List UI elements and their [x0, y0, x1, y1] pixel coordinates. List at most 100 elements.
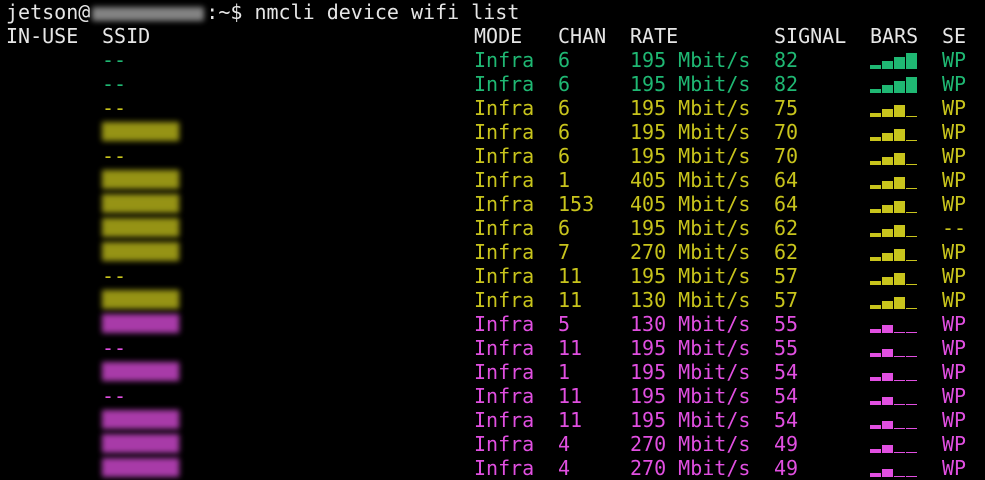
row-mode: Infra: [474, 408, 535, 432]
signal-bar: [894, 57, 905, 69]
row-mode: Infra: [474, 216, 535, 240]
signal-bar: [894, 428, 905, 429]
row-mode: Infra: [474, 144, 535, 168]
row-security: WP: [942, 96, 967, 120]
row-rate: 195 Mbit/s: [630, 216, 751, 240]
signal-bar: [906, 404, 917, 405]
row-signal: 82: [774, 48, 799, 72]
signal-bar: [906, 140, 917, 141]
row-chan: 6: [558, 216, 571, 240]
signal-bar: [870, 113, 881, 117]
row-rate: 195 Mbit/s: [630, 336, 751, 360]
row-ssid-redacted: ████████: [102, 218, 180, 237]
row-chan: 11: [558, 408, 583, 432]
signal-bar: [870, 233, 881, 237]
row-ssid: --: [102, 264, 127, 288]
signal-bar: [882, 277, 893, 285]
prompt-text: jetson@:~$ nmcli device wifi list: [6, 0, 519, 24]
row-ssid-redacted: ████████: [102, 242, 180, 261]
row-ssid: --: [102, 384, 127, 408]
signal-bars-icon: [870, 97, 918, 117]
row-signal: 70: [774, 144, 799, 168]
terminal-window[interactable]: jetson@:~$ nmcli device wifi list IN-USE…: [0, 0, 985, 480]
header-ssid: SSID: [102, 24, 151, 48]
signal-bar: [870, 185, 881, 189]
row-signal: 54: [774, 360, 799, 384]
row-signal: 70: [774, 120, 799, 144]
row-signal: 55: [774, 336, 799, 360]
row-signal: 64: [774, 168, 799, 192]
row-chan: 11: [558, 288, 583, 312]
row-chan: 1: [558, 168, 571, 192]
row-rate: 195 Mbit/s: [630, 120, 751, 144]
signal-bars-icon: [870, 193, 918, 213]
row-mode: Infra: [474, 192, 535, 216]
row-rate: 195 Mbit/s: [630, 360, 751, 384]
header-security: SE: [942, 24, 967, 48]
signal-bar: [894, 452, 905, 453]
row-chan: 5: [558, 312, 571, 336]
row-chan: 6: [558, 144, 571, 168]
signal-bars-icon: [870, 73, 918, 93]
row-ssid: --: [102, 72, 127, 96]
row-ssid: --: [102, 144, 127, 168]
signal-bar: [882, 85, 893, 93]
signal-bar: [870, 425, 881, 429]
row-rate: 195 Mbit/s: [630, 48, 751, 72]
signal-bar: [906, 53, 917, 69]
header-bars: BARS: [870, 24, 919, 48]
signal-bar: [906, 308, 917, 309]
row-signal: 49: [774, 432, 799, 456]
signal-bar: [906, 188, 917, 189]
signal-bar: [882, 253, 893, 261]
row-rate: 270 Mbit/s: [630, 456, 751, 480]
signal-bar: [870, 65, 881, 69]
row-signal: 57: [774, 288, 799, 312]
row-rate: 195 Mbit/s: [630, 144, 751, 168]
row-mode: Infra: [474, 48, 535, 72]
prompt-command: :~$ nmcli device wifi list: [206, 0, 520, 24]
signal-bar: [894, 297, 905, 309]
command-prompt-line: jetson@:~$ nmcli device wifi list: [0, 0, 519, 24]
row-chan: 11: [558, 384, 583, 408]
signal-bar: [894, 273, 905, 285]
row-rate: 130 Mbit/s: [630, 312, 751, 336]
row-security: WP: [942, 48, 967, 72]
header-rate: RATE: [630, 24, 679, 48]
signal-bars-icon: [870, 121, 918, 141]
signal-bar: [894, 332, 905, 333]
signal-bar: [906, 428, 917, 429]
row-mode: Infra: [474, 240, 535, 264]
signal-bar: [882, 469, 893, 477]
row-ssid: --: [102, 48, 127, 72]
row-security: --: [942, 216, 967, 240]
signal-bars-icon: [870, 313, 918, 333]
row-chan: 6: [558, 72, 571, 96]
row-chan: 4: [558, 432, 571, 456]
row-chan: 11: [558, 264, 583, 288]
row-security: WP: [942, 192, 967, 216]
row-security: WP: [942, 456, 967, 480]
row-security: WP: [942, 384, 967, 408]
row-signal: 64: [774, 192, 799, 216]
signal-bar: [882, 301, 893, 309]
signal-bar: [906, 212, 917, 213]
signal-bar: [906, 452, 917, 453]
signal-bar: [882, 157, 893, 165]
row-rate: 405 Mbit/s: [630, 192, 751, 216]
row-signal: 82: [774, 72, 799, 96]
signal-bar: [882, 397, 893, 405]
row-mode: Infra: [474, 336, 535, 360]
row-rate: 195 Mbit/s: [630, 408, 751, 432]
signal-bar: [870, 305, 881, 309]
signal-bar: [906, 260, 917, 261]
signal-bar: [882, 229, 893, 237]
row-signal: 57: [774, 264, 799, 288]
row-security: WP: [942, 288, 967, 312]
row-ssid-redacted: ████████: [102, 122, 180, 141]
row-mode: Infra: [474, 456, 535, 480]
row-mode: Infra: [474, 168, 535, 192]
signal-bar: [882, 349, 893, 357]
row-ssid-redacted: ████████: [102, 362, 180, 381]
row-mode: Infra: [474, 264, 535, 288]
